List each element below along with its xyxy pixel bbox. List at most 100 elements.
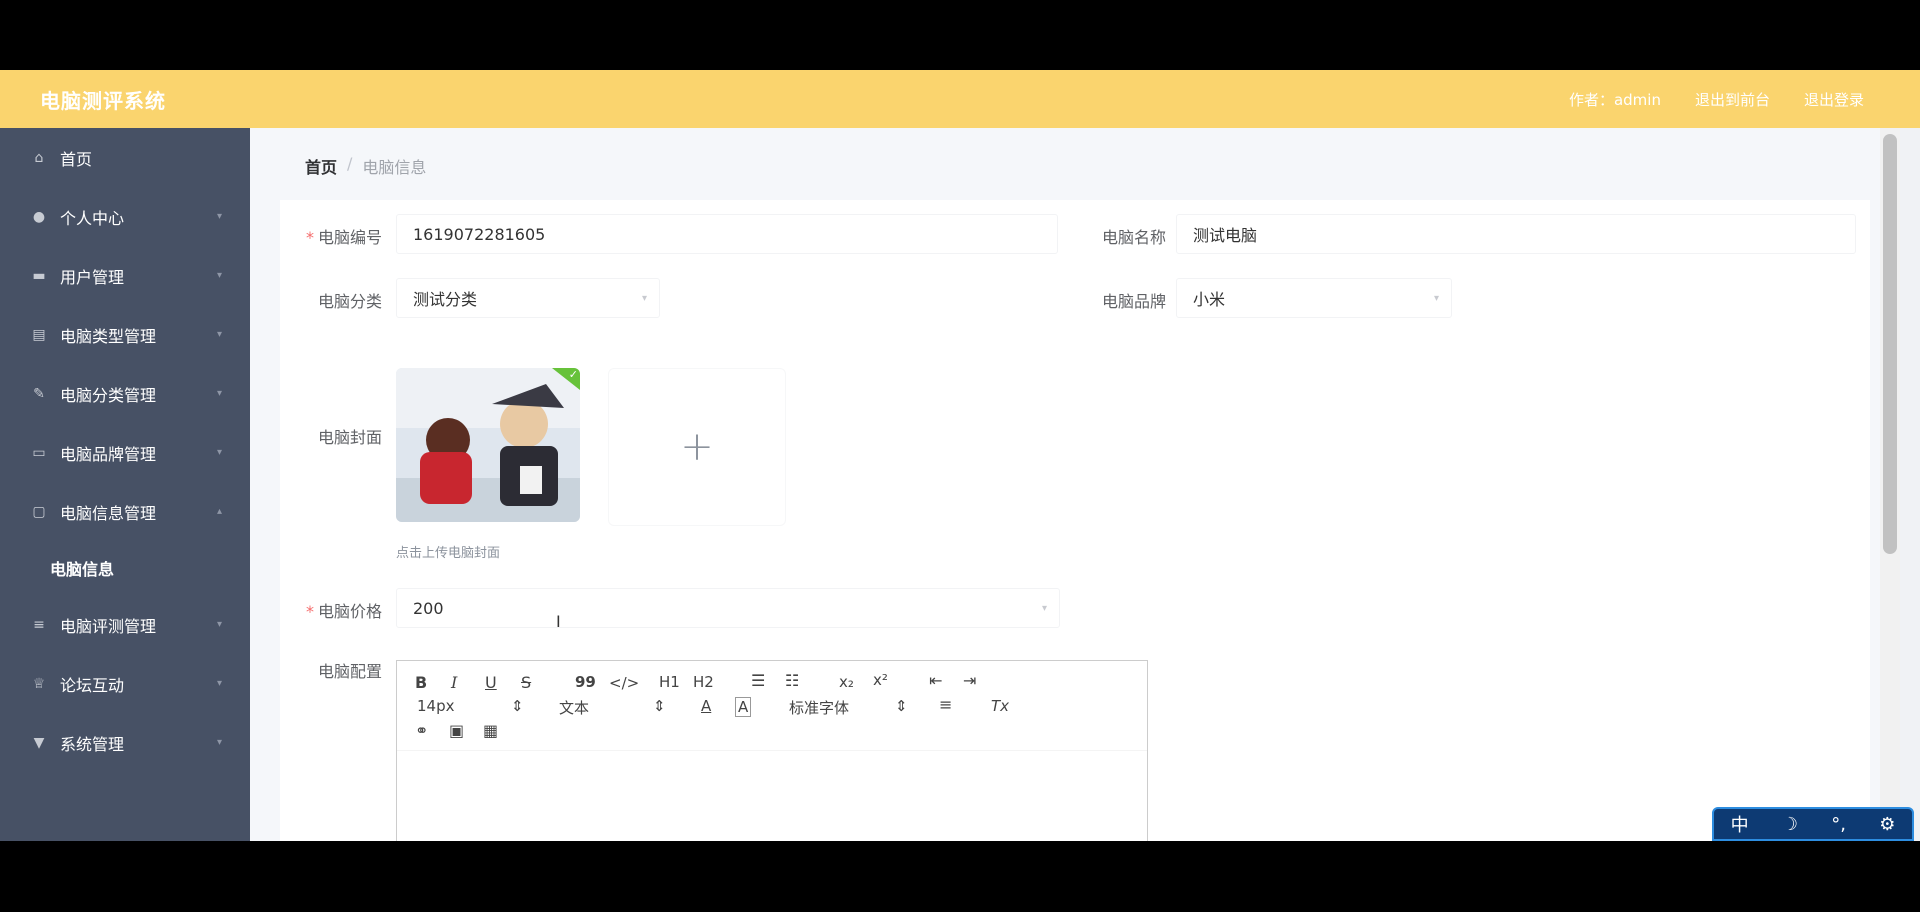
bold-button[interactable]: B <box>415 673 427 692</box>
code-input[interactable]: 1619072281605 <box>396 214 1058 254</box>
chevron-down-icon: ▾ <box>216 388 222 399</box>
superscript-button[interactable]: x² <box>873 671 888 689</box>
punctuation-icon[interactable]: °, <box>1831 814 1846 835</box>
align-icon[interactable]: ≡ <box>939 695 952 714</box>
chevron-up-icon: ▴ <box>216 506 222 517</box>
sidebar-item-home[interactable]: ⌂ 首页 <box>0 128 250 187</box>
sidebar-item-label: 个人中心 <box>60 208 125 228</box>
sidebar-item-types[interactable]: ▤ 电脑类型管理 ▾ <box>0 305 250 364</box>
check-icon: ✓ <box>568 368 578 381</box>
brand-label: 电脑品牌 <box>1101 292 1166 311</box>
video-icon[interactable]: ▦ <box>483 721 498 740</box>
header-links: 作者：admin 退出到前台 退出登录 <box>1569 70 1864 128</box>
form-card: * 电脑编号 1619072281605 电脑名称 测试电脑 电脑分类 测试分类 … <box>280 200 1870 841</box>
sidebar-item-label: 电脑品牌管理 <box>60 444 157 464</box>
sidebar-item-label: 电脑信息管理 <box>60 503 157 523</box>
price-input[interactable]: 200 ▾ <box>396 588 1060 628</box>
home-icon: ⌂ <box>34 149 44 166</box>
cover-image[interactable]: ✓ <box>396 368 580 522</box>
chevron-down-icon: ▾ <box>1433 292 1439 304</box>
font-color-button[interactable]: A <box>701 697 711 715</box>
exit-to-front-link[interactable]: 退出到前台 <box>1695 89 1770 110</box>
logout-link[interactable]: 退出登录 <box>1804 89 1864 110</box>
rich-text-editor[interactable]: B I U S 99 </> H1 H2 ☰ ☷ x₂ x² ⇤ ⇥ 14px … <box>396 660 1148 841</box>
trophy-icon: ♕ <box>32 675 46 692</box>
indent-icon[interactable]: ⇥ <box>963 671 976 690</box>
cover-label: 电脑封面 <box>317 428 382 447</box>
breadcrumb-home[interactable]: 首页 <box>305 154 337 178</box>
quote-button[interactable]: 99 <box>575 673 596 691</box>
chevron-updown-icon: ⇕ <box>653 697 666 715</box>
config-label: 电脑配置 <box>317 662 382 681</box>
italic-button[interactable]: I <box>451 673 457 692</box>
add-cover-button[interactable]: + <box>608 368 786 526</box>
chevron-updown-icon: ⇕ <box>511 697 524 715</box>
plus-icon: + <box>680 424 714 470</box>
required-mark: * <box>305 602 314 621</box>
app-title: 电脑测评系统 <box>40 88 166 113</box>
header-select[interactable]: 文本 <box>559 697 589 718</box>
strike-button[interactable]: S <box>521 673 531 692</box>
sidebar-item-brands[interactable]: ▭ 电脑品牌管理 ▾ <box>0 423 250 482</box>
chevron-down-icon: ▾ <box>216 678 222 689</box>
moon-icon[interactable]: ☽ <box>1782 814 1798 835</box>
required-mark: * <box>305 228 314 247</box>
code-label-text: 电脑编号 <box>317 228 382 247</box>
code-value: 1619072281605 <box>413 224 546 244</box>
price-value: 200 <box>413 598 444 618</box>
category-select[interactable]: 测试分类 ▾ <box>396 278 660 318</box>
sidebar-subitem-computer-info[interactable]: 电脑信息 <box>0 541 250 595</box>
chevron-updown-icon: ⇕ <box>895 697 908 715</box>
cover-illustration <box>396 368 580 522</box>
sidebar-subitem-label: 电脑信息 <box>50 560 115 579</box>
brand-select[interactable]: 小米 ▾ <box>1176 278 1452 318</box>
sidebar-item-reviews[interactable]: ≡ 电脑评测管理 ▾ <box>0 595 250 654</box>
name-input[interactable]: 测试电脑 <box>1176 214 1856 254</box>
sidebar-item-users[interactable]: ▬ 用户管理 ▾ <box>0 246 250 305</box>
h1-button[interactable]: H1 <box>659 673 680 691</box>
scrollbar-thumb[interactable] <box>1883 134 1897 554</box>
gear-icon[interactable]: ⚙ <box>1879 814 1895 835</box>
outdent-icon[interactable]: ⇤ <box>929 671 942 690</box>
underline-button[interactable]: U <box>485 673 497 692</box>
page-scrollbar[interactable] <box>1880 128 1900 841</box>
code-label: * 电脑编号 <box>296 224 382 248</box>
name-label: 电脑名称 <box>1101 228 1166 247</box>
ordered-list-icon[interactable]: ☰ <box>751 671 765 690</box>
chevron-down-icon: ▾ <box>641 292 647 304</box>
price-label: * 电脑价格 <box>296 598 382 622</box>
editor-toolbar: B I U S 99 </> H1 H2 ☰ ☷ x₂ x² ⇤ ⇥ 14px … <box>397 661 1147 751</box>
chevron-down-icon: ▾ <box>216 211 222 222</box>
text-cursor-icon: I <box>556 612 561 631</box>
ime-chinese-mode[interactable]: 中 <box>1731 811 1749 837</box>
code-block-button[interactable]: </> <box>609 674 639 692</box>
main-content: 首页 / 电脑信息 * 电脑编号 1619072281605 电脑名称 测试电脑 … <box>250 128 1900 841</box>
link-icon[interactable]: ⚭ <box>415 721 428 740</box>
ime-toolbar[interactable]: 中 ☽ °, ⚙ <box>1712 807 1914 841</box>
font-family-select[interactable]: 标准字体 <box>789 697 849 718</box>
user-icon: ● <box>32 208 46 225</box>
author-link[interactable]: 作者：admin <box>1569 89 1661 110</box>
sidebar-item-system[interactable]: ▼ 系统管理 ▾ <box>0 713 250 772</box>
bg-color-button[interactable]: A <box>735 697 752 717</box>
sidebar-item-computers[interactable]: ▢ 电脑信息管理 ▴ <box>0 482 250 541</box>
bullet-list-icon[interactable]: ☷ <box>785 671 799 690</box>
sidebar-item-label: 电脑评测管理 <box>60 616 157 636</box>
chat-icon: ▬ <box>32 267 46 284</box>
font-size-select[interactable]: 14px <box>417 697 455 715</box>
brand-value: 小米 <box>1193 290 1226 309</box>
chevron-down-icon: ▾ <box>216 270 222 281</box>
image-icon[interactable]: ▣ <box>449 721 464 740</box>
chevron-down-icon: ▾ <box>1041 602 1047 614</box>
h2-button[interactable]: H2 <box>693 673 714 691</box>
breadcrumb: 首页 / 电脑信息 <box>305 154 426 178</box>
chevron-down-icon: ▾ <box>216 329 222 340</box>
clean-format-button[interactable]: Tx <box>991 697 1009 715</box>
app-window: 电脑测评系统 作者：admin 退出到前台 退出登录 ⌂ 首页 ● 个人中心 ▾… <box>0 70 1920 841</box>
subscript-button[interactable]: x₂ <box>839 673 854 691</box>
sidebar-item-profile[interactable]: ● 个人中心 ▾ <box>0 187 250 246</box>
chevron-down-icon: ▾ <box>216 737 222 748</box>
sidebar-item-forum[interactable]: ♕ 论坛互动 ▾ <box>0 654 250 713</box>
sidebar-item-categories[interactable]: ✎ 电脑分类管理 ▾ <box>0 364 250 423</box>
category-value: 测试分类 <box>413 290 478 309</box>
